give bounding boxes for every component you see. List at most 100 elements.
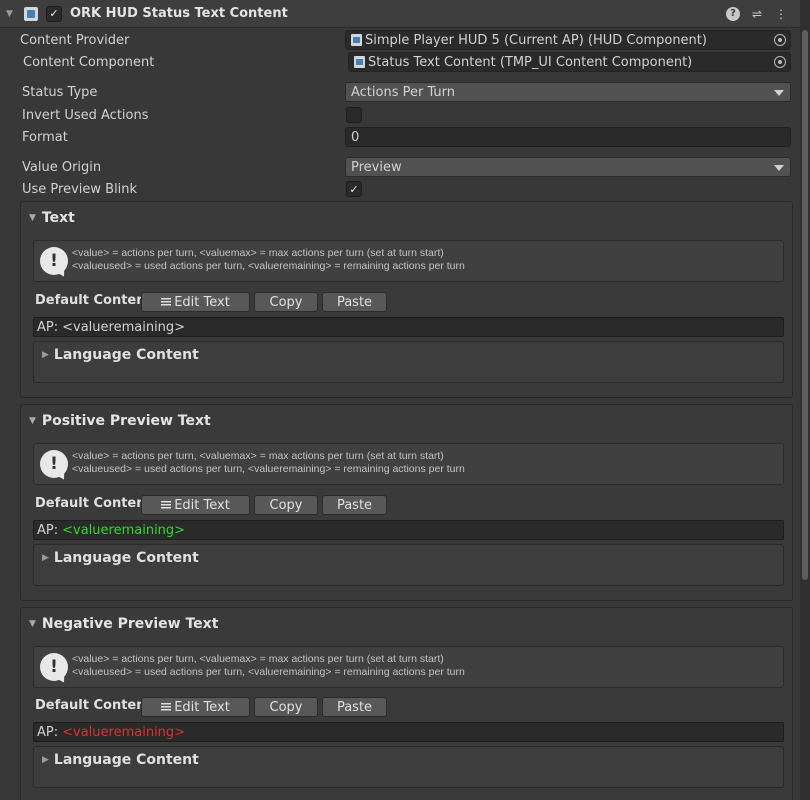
- scrollbar[interactable]: [800, 0, 810, 800]
- info-line-1: <value> = actions per turn, <valuemax> =…: [72, 450, 444, 462]
- negative-tag: <valueremaining>: [62, 724, 186, 740]
- collapse-triangle-icon: ▶: [42, 755, 49, 765]
- copy-button[interactable]: Copy: [254, 697, 318, 717]
- info-line-1: <value> = actions per turn, <valuemax> =…: [72, 653, 444, 665]
- script-icon: [354, 56, 365, 68]
- info-line-1: <value> = actions per turn, <valuemax> =…: [72, 247, 444, 259]
- content-component-label: Content Component: [23, 54, 155, 70]
- info-icon: !: [40, 247, 68, 275]
- use-preview-blink-label: Use Preview Blink: [22, 181, 138, 197]
- content-provider-row: Content Provider Simple Player HUD 5 (Cu…: [0, 30, 800, 50]
- status-type-dropdown[interactable]: Actions Per Turn: [345, 82, 791, 102]
- section-title: Positive Preview Text: [41, 413, 211, 429]
- script-icon: [351, 34, 362, 46]
- paste-button[interactable]: Paste: [322, 292, 387, 312]
- component-enabled-checkbox[interactable]: ✓: [46, 5, 62, 22]
- help-icon[interactable]: ?: [726, 6, 740, 21]
- language-content-label: Language Content: [53, 752, 199, 768]
- content-provider-value: Simple Player HUD 5 (Current AP) (HUD Co…: [365, 32, 707, 48]
- language-content-label: Language Content: [53, 550, 199, 566]
- dropdown-arrow-icon: [774, 165, 784, 171]
- collapse-triangle-icon: ▶: [42, 350, 49, 360]
- positive-section-header[interactable]: ▼ Positive Preview Text: [29, 413, 211, 429]
- edit-text-label: Edit Text: [174, 497, 230, 513]
- expand-triangle-icon: ▼: [29, 213, 36, 223]
- info-box: ! <value> = actions per turn, <valuemax>…: [33, 443, 784, 485]
- info-box: ! <value> = actions per turn, <valuemax>…: [33, 646, 784, 688]
- negative-preview-section: ▼ Negative Preview Text ! <value> = acti…: [20, 607, 793, 800]
- positive-tag: <valueremaining>: [62, 522, 186, 538]
- copy-button[interactable]: Copy: [254, 292, 318, 312]
- language-content-box: ▶ Language Content: [33, 544, 784, 586]
- edit-text-button[interactable]: Edit Text: [141, 697, 250, 717]
- component-header: ▼ ✓ ORK HUD Status Text Content ? ⇌ ⋮: [0, 0, 800, 28]
- default-content-label: Default Content: [35, 698, 152, 713]
- content-component-row: Content Component Status Text Content (T…: [0, 52, 800, 72]
- edit-text-button[interactable]: Edit Text: [141, 292, 250, 312]
- format-input[interactable]: 0: [345, 127, 791, 147]
- content-component-field[interactable]: Status Text Content (TMP_UI Content Comp…: [348, 52, 791, 72]
- default-content-textfield[interactable]: AP: <valueremaining>: [33, 317, 784, 337]
- text-lines-icon: [161, 702, 172, 712]
- status-type-value: Actions Per Turn: [351, 84, 456, 100]
- collapse-triangle-icon: ▶: [42, 553, 49, 563]
- content-provider-label: Content Provider: [20, 32, 130, 48]
- info-icon: !: [40, 450, 68, 478]
- language-content-label: Language Content: [53, 347, 199, 363]
- edit-text-label: Edit Text: [174, 699, 230, 715]
- invert-used-label: Invert Used Actions: [22, 107, 149, 123]
- format-row: Format 0: [0, 127, 800, 147]
- text-lines-icon: [161, 500, 172, 510]
- copy-button[interactable]: Copy: [254, 495, 318, 515]
- text-section-header[interactable]: ▼ Text: [29, 210, 75, 226]
- edit-text-button[interactable]: Edit Text: [141, 495, 250, 515]
- object-picker-icon[interactable]: [774, 56, 786, 68]
- collapse-triangle-icon[interactable]: ▼: [6, 9, 18, 19]
- info-line-2: <valueused> = used actions per turn, <va…: [72, 260, 465, 272]
- text-tag: <valueremaining>: [62, 319, 186, 335]
- settings-icon[interactable]: ⇌: [750, 7, 764, 21]
- content-component-value: Status Text Content (TMP_UI Content Comp…: [368, 54, 693, 70]
- content-provider-field[interactable]: Simple Player HUD 5 (Current AP) (HUD Co…: [345, 30, 791, 50]
- invert-used-checkbox[interactable]: [346, 107, 362, 123]
- language-content-box: ▶ Language Content: [33, 746, 784, 788]
- default-content-textfield[interactable]: AP: <valueremaining>: [33, 722, 784, 742]
- value-origin-dropdown[interactable]: Preview: [345, 157, 791, 177]
- language-content-header[interactable]: ▶ Language Content: [42, 752, 199, 768]
- paste-button[interactable]: Paste: [322, 495, 387, 515]
- use-preview-blink-checkbox[interactable]: ✓: [346, 181, 362, 197]
- default-content-label: Default Content: [35, 496, 152, 511]
- text-prefix: AP:: [37, 522, 59, 538]
- paste-button[interactable]: Paste: [322, 697, 387, 717]
- info-icon: !: [40, 653, 68, 681]
- script-icon: [24, 6, 38, 21]
- edit-text-label: Edit Text: [174, 294, 230, 310]
- status-type-row: Status Type Actions Per Turn: [0, 82, 800, 102]
- object-picker-icon[interactable]: [774, 34, 786, 46]
- info-box: ! <value> = actions per turn, <valuemax>…: [33, 240, 784, 282]
- expand-triangle-icon: ▼: [29, 416, 36, 426]
- text-section: ▼ Text ! <value> = actions per turn, <va…: [20, 201, 793, 398]
- format-value: 0: [351, 129, 360, 145]
- status-type-label: Status Type: [22, 84, 98, 100]
- use-preview-blink-row: Use Preview Blink ✓: [0, 179, 800, 199]
- value-origin-value: Preview: [351, 159, 402, 175]
- info-line-2: <valueused> = used actions per turn, <va…: [72, 463, 465, 475]
- text-lines-icon: [161, 297, 172, 307]
- section-title: Negative Preview Text: [41, 616, 219, 632]
- text-prefix: AP:: [37, 724, 59, 740]
- scrollbar-thumb[interactable]: [802, 30, 808, 580]
- default-content-textfield[interactable]: AP: <valueremaining>: [33, 520, 784, 540]
- info-line-2: <valueused> = used actions per turn, <va…: [72, 666, 465, 678]
- dropdown-arrow-icon: [774, 90, 784, 96]
- language-content-box: ▶ Language Content: [33, 341, 784, 383]
- text-prefix: AP:: [37, 319, 59, 335]
- language-content-header[interactable]: ▶ Language Content: [42, 550, 199, 566]
- positive-preview-section: ▼ Positive Preview Text ! <value> = acti…: [20, 404, 793, 601]
- negative-section-header[interactable]: ▼ Negative Preview Text: [29, 616, 218, 632]
- more-icon[interactable]: ⋮: [774, 7, 788, 21]
- value-origin-row: Value Origin Preview: [0, 157, 800, 177]
- language-content-header[interactable]: ▶ Language Content: [42, 347, 199, 363]
- component-title: ORK HUD Status Text Content: [70, 6, 288, 21]
- value-origin-label: Value Origin: [22, 159, 102, 175]
